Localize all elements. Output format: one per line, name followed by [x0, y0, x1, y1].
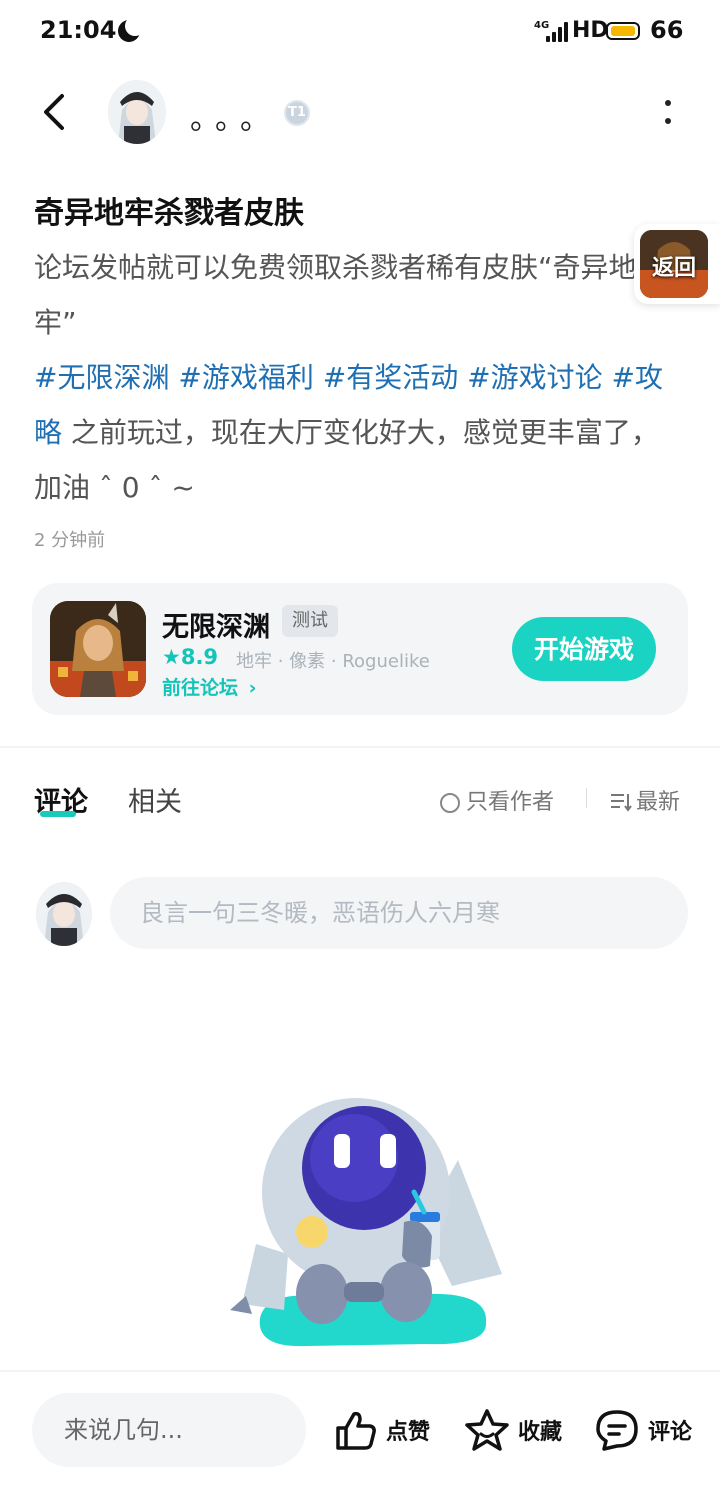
comment-bubble-icon: [596, 1410, 638, 1451]
do-not-disturb-icon: [118, 16, 145, 42]
more-options-icon[interactable]: [658, 98, 678, 128]
comment-button[interactable]: 评论: [594, 1406, 692, 1454]
post-body: 论坛发帖就可以免费领取杀戮者稀有皮肤“奇异地牢” #无限深渊 #游戏福利 #有奖…: [34, 240, 674, 515]
hashtag[interactable]: #游戏讨论: [467, 361, 602, 394]
level-badge: T1: [284, 100, 310, 126]
battery-icon: [606, 22, 640, 40]
filter-separator: [586, 788, 587, 808]
thumbs-up-icon: [336, 1411, 376, 1450]
my-avatar: [36, 882, 92, 946]
hd-indicator: HD: [572, 18, 609, 43]
radio-icon: [440, 793, 460, 813]
tab-related[interactable]: 相关: [128, 780, 182, 819]
floating-return-button[interactable]: 返回: [634, 224, 720, 304]
sort-label: 最新: [636, 790, 681, 815]
forum-link-label: 前往论坛: [162, 677, 239, 699]
hashtag[interactable]: #无限深渊: [34, 361, 169, 394]
chevron-right-icon: ›: [248, 677, 257, 699]
author-name[interactable]: 。。。: [190, 94, 280, 138]
sort-icon: [611, 794, 632, 812]
game-icon: [50, 601, 146, 697]
post-body-intro: 论坛发帖就可以免费领取杀戮者稀有皮肤“奇异地牢”: [34, 251, 637, 339]
rating-value: 8.9: [180, 645, 219, 669]
return-label: 返回: [651, 256, 696, 281]
favorite-label: 收藏: [518, 1420, 563, 1445]
like-button[interactable]: 点赞: [334, 1406, 430, 1454]
empty-state-robot-illustration: [230, 1098, 502, 1347]
start-game-button[interactable]: 开始游戏: [512, 617, 656, 681]
comment-label: 评论: [648, 1420, 693, 1445]
battery-level: 66: [650, 16, 684, 44]
sort-button[interactable]: 最新: [610, 784, 680, 816]
active-tab-indicator: [40, 811, 76, 817]
game-tag: 测试: [282, 605, 338, 637]
post-body-text: 之前玩过，现在大厅变化好大，感觉更丰富了，加油 ˆ 0 ˆ ~: [34, 416, 659, 504]
game-card[interactable]: 无限深渊 测试 ★8.9 地牢 · 像素 · Roguelike 前往论坛 › …: [32, 583, 688, 715]
like-label: 点赞: [386, 1420, 431, 1445]
status-time: 21:04: [40, 16, 117, 44]
hashtag[interactable]: #游戏福利: [178, 361, 313, 394]
forum-link[interactable]: 前往论坛 ›: [162, 673, 256, 700]
back-arrow-icon[interactable]: [38, 92, 78, 132]
game-genres: 地牢 · 像素 · Roguelike: [236, 651, 430, 672]
favorite-button[interactable]: 收藏: [464, 1406, 562, 1454]
quick-comment-input[interactable]: [32, 1393, 306, 1467]
author-avatar[interactable]: [108, 80, 166, 144]
signal-icon: [546, 20, 568, 42]
post-title: 奇异地牢杀戮者皮肤: [34, 196, 304, 231]
game-rating: ★8.9: [162, 645, 218, 669]
hashtag[interactable]: #有奖活动: [323, 361, 458, 394]
only-author-label: 只看作者: [466, 790, 555, 815]
only-author-toggle[interactable]: 只看作者: [440, 784, 554, 816]
star-icon: ★: [162, 645, 181, 669]
star-outline-icon: [465, 1409, 509, 1451]
comment-input[interactable]: [110, 877, 688, 949]
game-name: 无限深渊: [162, 612, 270, 643]
section-divider: [0, 746, 720, 748]
post-time: 2 分钟前: [34, 530, 106, 551]
